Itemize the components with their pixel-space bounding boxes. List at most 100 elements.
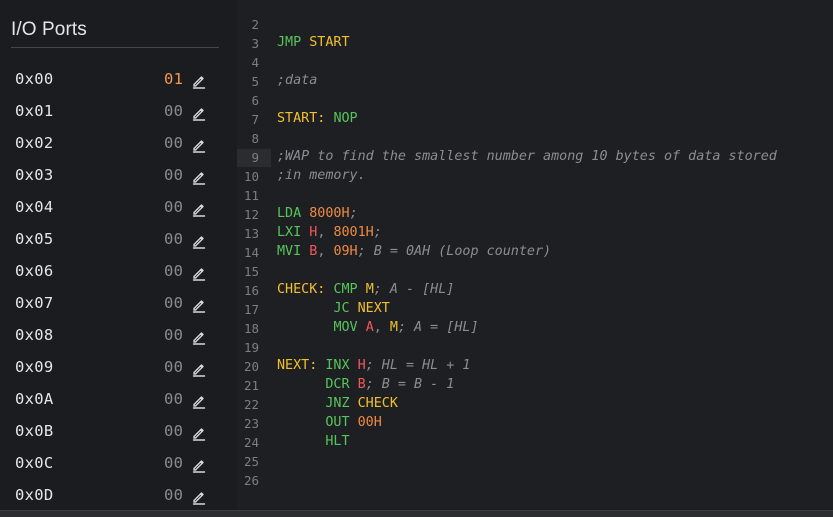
code-line[interactable]: 9 ;WAP to find the smallest number among … bbox=[237, 148, 833, 167]
code-token: ;in memory. bbox=[277, 168, 366, 183]
code-token: , bbox=[317, 225, 334, 240]
port-value: 00 bbox=[164, 454, 184, 472]
code-line[interactable]: 5 ;data bbox=[237, 72, 833, 91]
line-number: 13 bbox=[243, 226, 259, 241]
code-token: ; B = 0AH (Loop counter) bbox=[357, 244, 552, 259]
code-line[interactable]: 7 START: NOP bbox=[237, 110, 833, 129]
port-value: 00 bbox=[164, 102, 184, 120]
code-token: ; A = [HL] bbox=[397, 320, 479, 335]
code-line[interactable]: 10 ;in memory. bbox=[237, 167, 833, 186]
port-address: 0x08 bbox=[15, 326, 54, 344]
pencil-icon[interactable] bbox=[191, 137, 207, 153]
port-row: 0x0A 00 bbox=[0, 384, 237, 416]
port-value: 00 bbox=[164, 326, 184, 344]
code-token: ; bbox=[349, 206, 358, 221]
port-row: 0x01 00 bbox=[0, 96, 237, 128]
code-line[interactable]: 14 MVI B, 09H; B = 0AH (Loop counter) bbox=[237, 243, 833, 262]
port-address: 0x09 bbox=[15, 358, 54, 376]
pencil-icon[interactable] bbox=[191, 489, 207, 505]
code-line[interactable]: 22 JNZ CHECK bbox=[237, 395, 833, 414]
code-token: ;WAP to find the smallest number among 1… bbox=[277, 149, 777, 164]
code-token: INX bbox=[325, 358, 350, 373]
line-number: 11 bbox=[243, 188, 259, 203]
line-code: MVI B, 09H; B = 0AH (Loop counter) bbox=[277, 244, 551, 259]
line-number: 6 bbox=[251, 93, 259, 108]
pencil-icon[interactable] bbox=[191, 233, 207, 249]
line-code: DCR B; B = B - 1 bbox=[277, 377, 454, 392]
line-number: 8 bbox=[251, 131, 259, 146]
code-line[interactable]: 11 bbox=[237, 186, 833, 205]
code-line[interactable]: 17 JC NEXT bbox=[237, 300, 833, 319]
code-line[interactable]: 2 bbox=[237, 15, 833, 34]
code-token: OUT bbox=[325, 415, 350, 430]
code-line[interactable]: 15 bbox=[237, 262, 833, 281]
line-code: OUT 00H bbox=[277, 415, 382, 430]
port-value: 00 bbox=[164, 486, 184, 504]
port-row: 0x07 00 bbox=[0, 288, 237, 320]
pencil-icon[interactable] bbox=[191, 425, 207, 441]
code-token: NEXT: bbox=[277, 358, 318, 373]
pencil-icon[interactable] bbox=[191, 329, 207, 345]
code-token: LDA bbox=[277, 206, 302, 221]
code-line[interactable]: 4 bbox=[237, 53, 833, 72]
port-value: 00 bbox=[164, 358, 184, 376]
code-line[interactable]: 8 bbox=[237, 129, 833, 148]
line-number: 2 bbox=[251, 17, 259, 32]
code-line[interactable]: 13 LXI H, 8001H; bbox=[237, 224, 833, 243]
port-row: 0x04 00 bbox=[0, 192, 237, 224]
port-value: 00 bbox=[164, 166, 184, 184]
port-row: 0x03 00 bbox=[0, 160, 237, 192]
code-line[interactable]: 16 CHECK: CMP M; A - [HL] bbox=[237, 281, 833, 300]
code-line[interactable]: 3 JMP START bbox=[237, 34, 833, 53]
pencil-icon[interactable] bbox=[191, 201, 207, 217]
code-token: START: bbox=[277, 111, 326, 126]
pencil-icon[interactable] bbox=[191, 457, 207, 473]
code-line[interactable]: 26 bbox=[237, 471, 833, 490]
port-address: 0x05 bbox=[15, 230, 54, 248]
code-line[interactable]: 20 NEXT: INX H; HL = HL + 1 bbox=[237, 357, 833, 376]
code-line[interactable]: 21 DCR B; B = B - 1 bbox=[237, 376, 833, 395]
line-code: JC NEXT bbox=[277, 301, 389, 316]
code-line[interactable]: 23 OUT 00H bbox=[237, 414, 833, 433]
line-number: 3 bbox=[251, 36, 259, 51]
pencil-icon[interactable] bbox=[191, 265, 207, 281]
pencil-icon[interactable] bbox=[191, 105, 207, 121]
code-line[interactable]: 25 bbox=[237, 452, 833, 471]
line-code: CHECK: CMP M; A - [HL] bbox=[277, 282, 454, 297]
code-line[interactable]: 18 MOV A, M; A = [HL] bbox=[237, 319, 833, 338]
code-line[interactable]: 19 bbox=[237, 338, 833, 357]
line-number: 23 bbox=[243, 416, 259, 431]
pencil-icon[interactable] bbox=[191, 297, 207, 313]
code-line[interactable]: 12 LDA 8000H; bbox=[237, 205, 833, 224]
bottom-scrollbar[interactable] bbox=[0, 510, 833, 517]
code-editor[interactable]: 2 3 JMP START 4 5 ;data 6 7 START: NOP 8 9 ;WAP to … bbox=[237, 0, 833, 510]
pencil-icon[interactable] bbox=[191, 169, 207, 185]
port-address: 0x0C bbox=[15, 454, 54, 472]
pencil-icon[interactable] bbox=[191, 361, 207, 377]
port-value: 00 bbox=[164, 422, 184, 440]
code-token: 00H bbox=[357, 415, 382, 430]
code-token: ; B = B - 1 bbox=[365, 377, 455, 392]
port-address: 0x07 bbox=[15, 294, 54, 312]
code-line[interactable]: 6 bbox=[237, 91, 833, 110]
port-address: 0x0B bbox=[15, 422, 54, 440]
pencil-icon[interactable] bbox=[191, 393, 207, 409]
line-number: 19 bbox=[243, 340, 259, 355]
pencil-icon[interactable] bbox=[191, 73, 207, 89]
code-token: ;data bbox=[277, 73, 318, 88]
code-token: NOP bbox=[333, 111, 358, 126]
line-number: 14 bbox=[243, 245, 259, 260]
code-token: DCR bbox=[325, 377, 350, 392]
code-token: CHECK bbox=[357, 396, 398, 411]
port-row: 0x00 01 bbox=[0, 64, 237, 96]
port-address: 0x06 bbox=[15, 262, 54, 280]
port-value: 01 bbox=[164, 70, 184, 88]
code-line[interactable]: 24 HLT bbox=[237, 433, 833, 452]
code-lines: 2 3 JMP START 4 5 ;data 6 7 START: NOP 8 9 ;WAP to … bbox=[237, 15, 833, 490]
